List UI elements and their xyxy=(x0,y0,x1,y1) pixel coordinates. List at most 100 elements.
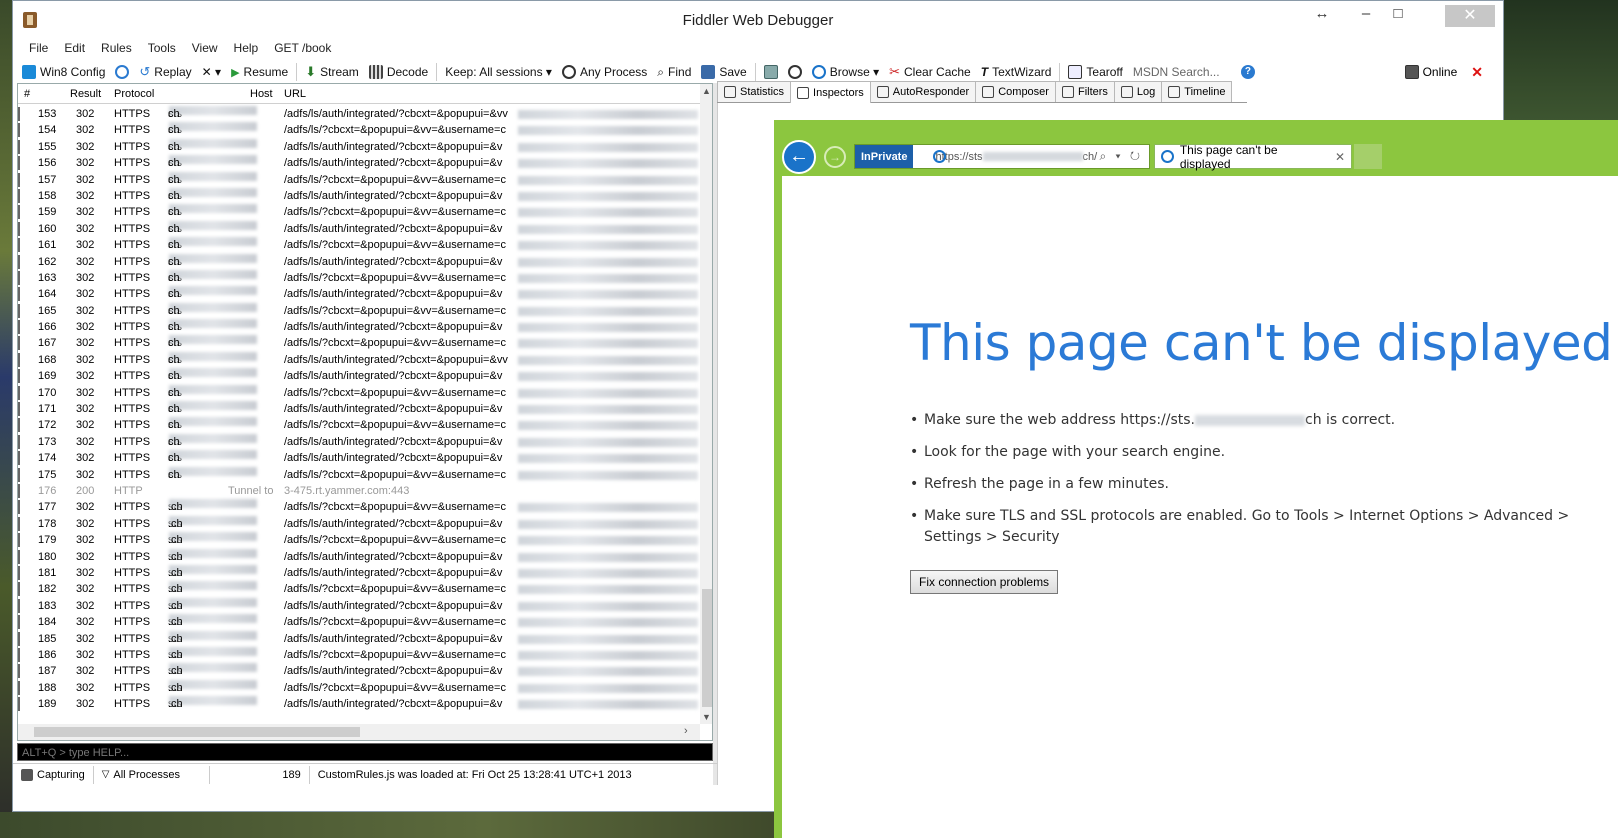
column-header-protocol[interactable]: Protocol xyxy=(114,88,154,100)
column-header-url[interactable]: URL xyxy=(284,88,306,100)
table-row[interactable]: 159302HTTPSstsch/adfs/ls/?cbcxt=&popupui… xyxy=(18,204,700,220)
table-row[interactable]: 154302HTTPSstsch/adfs/ls/?cbcxt=&popupui… xyxy=(18,122,700,138)
browser-tab[interactable]: This page can't be displayed ✕ xyxy=(1154,143,1352,171)
table-row[interactable]: 168302HTTPSstsch/adfs/ls/auth/integrated… xyxy=(18,351,700,368)
decode-button[interactable]: Decode xyxy=(364,65,433,79)
vertical-scrollbar[interactable]: ▲ ▼ xyxy=(700,84,712,724)
fix-connection-button[interactable]: Fix connection problems xyxy=(910,570,1059,594)
table-row[interactable]: 188302HTTPSsts.ch/adfs/ls/?cbcxt=&popupu… xyxy=(18,679,700,696)
table-row[interactable]: 185302HTTPSsts.ch/adfs/ls/auth/integrate… xyxy=(18,630,700,647)
new-tab-button[interactable] xyxy=(1354,144,1382,169)
table-row[interactable]: 163302HTTPSstsch/adfs/ls/?cbcxt=&popupui… xyxy=(18,269,700,286)
forward-button[interactable]: → xyxy=(824,146,846,168)
table-row[interactable]: 189302HTTPSsts.ch/adfs/ls/auth/integrate… xyxy=(18,696,700,712)
save-button[interactable]: Save xyxy=(696,65,751,79)
table-row[interactable]: 180302HTTPSsts.ch/adfs/ls/auth/integrate… xyxy=(18,548,700,565)
column-header-host[interactable]: Host xyxy=(250,88,273,100)
vertical-scroll-thumb[interactable] xyxy=(702,589,712,707)
tab-log[interactable]: Log xyxy=(1113,81,1163,102)
table-row[interactable]: 164302HTTPSstsch/adfs/ls/auth/integrated… xyxy=(18,286,700,302)
address-tools-icon[interactable]: ⌕ ▾ ↻ xyxy=(1099,149,1143,164)
table-row[interactable]: 170302HTTPSstsch/adfs/ls/?cbcxt=&popupui… xyxy=(18,384,700,401)
table-row[interactable]: 184302HTTPSsts.ch/adfs/ls/?cbcxt=&popupu… xyxy=(18,614,700,630)
table-row[interactable]: 173302HTTPSstsch/adfs/ls/auth/integrated… xyxy=(18,433,700,450)
quickexec-input[interactable]: ALT+Q > type HELP... xyxy=(17,743,713,761)
tab-composer[interactable]: Composer xyxy=(975,81,1056,102)
table-row[interactable]: 179302HTTPSsts.ch/adfs/ls/?cbcxt=&popupu… xyxy=(18,532,700,548)
menu-item[interactable]: Tools xyxy=(140,37,184,59)
table-row[interactable]: 162302HTTPSstsch/adfs/ls/auth/integrated… xyxy=(18,253,700,270)
table-row[interactable]: 178302HTTPSsts.ch/adfs/ls/auth/integrate… xyxy=(18,515,700,532)
timer-button[interactable] xyxy=(783,65,807,79)
maximize-button[interactable]: □ xyxy=(1381,5,1415,22)
any-process-button[interactable]: Any Process xyxy=(557,65,652,79)
table-row[interactable]: 167302HTTPSstsch/adfs/ls/?cbcxt=&popupui… xyxy=(18,335,700,351)
comment-button[interactable] xyxy=(110,65,134,79)
table-row[interactable]: 161302HTTPSstsch/adfs/ls/?cbcxt=&popupui… xyxy=(18,237,700,253)
find-button[interactable]: ⌕ Find xyxy=(652,65,696,80)
table-row[interactable]: 182302HTTPSsts.ch/adfs/ls/?cbcxt=&popupu… xyxy=(18,581,700,597)
resize-icon[interactable]: ↔ xyxy=(1305,5,1339,22)
scroll-right-icon[interactable]: › xyxy=(684,725,688,737)
menu-item[interactable]: Rules xyxy=(93,37,140,59)
stream-button[interactable]: ⬇ Stream xyxy=(300,64,364,80)
column-header-number[interactable]: # xyxy=(24,88,30,100)
resume-button[interactable]: ▶ Resume xyxy=(226,65,293,79)
horizontal-scrollbar[interactable]: › xyxy=(18,724,700,740)
menu-item[interactable]: GET /book xyxy=(266,37,339,59)
table-row[interactable]: 165302HTTPSstsch/adfs/ls/?cbcxt=&popupui… xyxy=(18,302,700,319)
table-row[interactable]: 156302HTTPSstsch/adfs/ls/auth/integrated… xyxy=(18,155,700,171)
replay-button[interactable]: ↺ Replay xyxy=(134,64,196,80)
tearoff-button[interactable]: Tearoff xyxy=(1063,65,1127,79)
textwizard-button[interactable]: T TextWizard xyxy=(976,65,1057,79)
help-button[interactable]: ? xyxy=(1236,65,1260,79)
menu-item[interactable]: View xyxy=(184,37,226,59)
tab-timeline[interactable]: Timeline xyxy=(1161,81,1233,102)
close-window-button[interactable]: ✕ xyxy=(1445,5,1495,27)
table-row[interactable]: 175302HTTPSstsch/adfs/ls/?cbcxt=&popupui… xyxy=(18,466,700,483)
table-row[interactable]: 187302HTTPSsts.ch/adfs/ls/auth/integrate… xyxy=(18,663,700,679)
table-row[interactable]: 186302HTTPSsts.ch/adfs/ls/?cbcxt=&popupu… xyxy=(18,646,700,663)
table-row[interactable]: 157302HTTPSstsch/adfs/ls/?cbcxt=&popupui… xyxy=(18,171,700,188)
tab-autoresponder[interactable]: AutoResponder xyxy=(869,81,977,102)
win8config-button[interactable]: Win8 Config xyxy=(17,65,110,79)
scroll-up-icon[interactable]: ▲ xyxy=(702,86,711,96)
browse-button[interactable]: Browse ▾ xyxy=(807,65,884,79)
keep-sessions-dropdown[interactable]: Keep: All sessions ▾ xyxy=(440,65,557,79)
table-row[interactable]: 176 200 HTTP Tunnel to 3-475.rt.yammer.com:4… xyxy=(18,483,700,499)
minimize-button[interactable]: – xyxy=(1349,5,1383,22)
tab-close-icon[interactable]: ✕ xyxy=(1335,150,1345,164)
table-row[interactable]: 177302HTTPSsts.ch/adfs/ls/?cbcxt=&popupu… xyxy=(18,499,700,515)
menu-item[interactable]: File xyxy=(21,37,56,59)
table-row[interactable]: 155302HTTPSstsch/adfs/ls/auth/integrated… xyxy=(18,138,700,155)
table-row[interactable]: 171302HTTPSstsch/adfs/ls/auth/integrated… xyxy=(18,401,700,417)
column-header-result[interactable]: Result xyxy=(70,88,101,100)
close-toolbar-icon[interactable]: ✕ xyxy=(1471,64,1483,81)
msdn-search-input[interactable]: MSDN Search... xyxy=(1128,65,1236,79)
tab-statistics[interactable]: Statistics xyxy=(717,81,792,102)
table-row[interactable]: 169302HTTPSstsch/adfs/ls/auth/integrated… xyxy=(18,368,700,384)
session-list[interactable]: # Result Protocol Host URL 153302HTTPSst… xyxy=(17,83,713,741)
table-row[interactable]: 174302HTTPSstsch/adfs/ls/auth/integrated… xyxy=(18,450,700,466)
table-row[interactable]: 183302HTTPSsts.ch/adfs/ls/auth/integrate… xyxy=(18,597,700,614)
menu-item[interactable]: Edit xyxy=(56,37,93,59)
table-row[interactable]: 181302HTTPSsts.ch/adfs/ls/auth/integrate… xyxy=(18,564,700,581)
back-button[interactable]: ← xyxy=(782,140,816,174)
table-row[interactable]: 166302HTTPSstsch/adfs/ls/auth/integrated… xyxy=(18,319,700,335)
tab-inspectors[interactable]: Inspectors xyxy=(790,81,871,103)
capturing-toggle[interactable]: Capturing xyxy=(13,765,94,784)
horizontal-scroll-thumb[interactable] xyxy=(34,727,360,737)
screenshot-button[interactable] xyxy=(759,65,783,79)
table-row[interactable]: 172302HTTPSstsch/adfs/ls/?cbcxt=&popupui… xyxy=(18,417,700,433)
table-row[interactable]: 160302HTTPSstsch/adfs/ls/auth/integrated… xyxy=(18,220,700,237)
online-indicator[interactable]: Online ✕ xyxy=(1404,59,1483,85)
table-row[interactable]: 158302HTTPSstsch/adfs/ls/auth/integrated… xyxy=(18,187,700,204)
menu-item[interactable]: Help xyxy=(226,37,267,59)
process-filter[interactable]: ▽ All Processes xyxy=(94,765,210,784)
clear-cache-button[interactable]: ✂ Clear Cache xyxy=(884,64,976,80)
remove-sessions-button[interactable]: ✕ ▾ xyxy=(197,65,226,79)
tab-filters[interactable]: Filters xyxy=(1054,81,1115,102)
table-row[interactable]: 153302HTTPSstsch/adfs/ls/auth/integrated… xyxy=(18,106,700,122)
scroll-down-icon[interactable]: ▼ xyxy=(702,712,711,722)
address-bar[interactable]: InPrivate https://sts ch/ ⌕ ▾ ↻ xyxy=(854,144,1150,169)
